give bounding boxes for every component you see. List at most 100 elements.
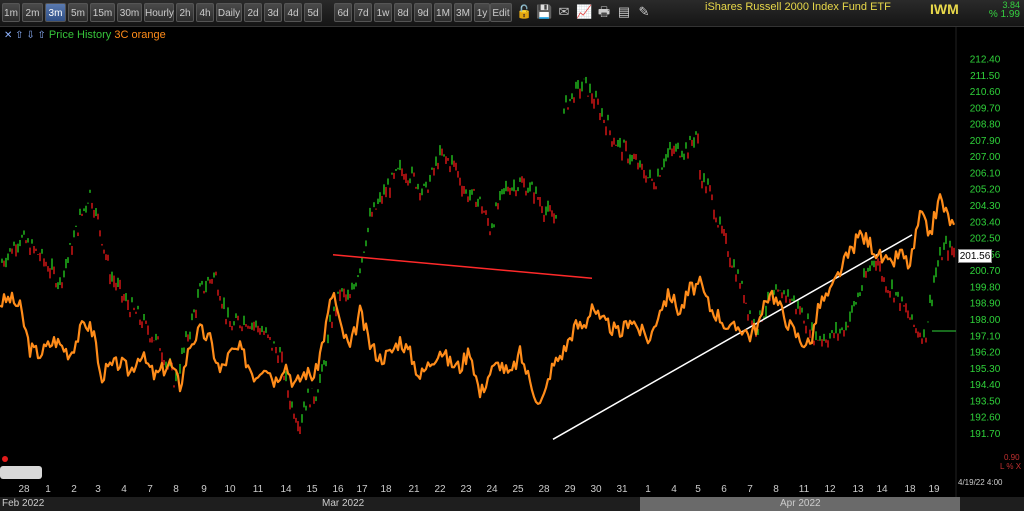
x-tick-label: 28	[538, 484, 550, 495]
x-tick-label: 15	[306, 484, 318, 495]
pencil-icon[interactable]: ✎	[636, 3, 652, 21]
x-tick-label: 25	[512, 484, 524, 495]
y-tick-label: 192.60	[970, 413, 1001, 424]
x-tick-label: 10	[224, 484, 236, 495]
x-tick-label: 7	[747, 484, 753, 495]
x-tick-label: 11	[799, 484, 810, 495]
timeframe-button-1m[interactable]: 1m	[2, 3, 20, 22]
print-icon[interactable]: 🖶	[596, 3, 612, 21]
timeframe-button-2m[interactable]: 2m	[22, 3, 43, 22]
x-tick-label: 6	[721, 484, 727, 495]
timeframe-button-15m[interactable]: 15m	[90, 3, 115, 22]
white-trendline	[552, 234, 913, 440]
legend-arrows-icon[interactable]: ✕ ⇧ ⇩ ⇧	[4, 30, 46, 41]
x-tick-label: 11	[253, 484, 264, 495]
y-tick-label: 193.50	[970, 396, 1001, 407]
y-tick-label: 211.50	[970, 71, 1000, 82]
x-tick-label: 19	[928, 484, 940, 495]
y-tick-label: 194.40	[970, 380, 1001, 391]
x-tick-label: 28	[18, 484, 30, 495]
last-date-label: 4/19/22 4:00	[958, 478, 1003, 487]
y-tick-label: 207.00	[970, 152, 1001, 163]
x-tick-label: 3	[95, 484, 101, 495]
y-tick-label: 208.80	[970, 120, 1001, 131]
x-tick-label: 18	[380, 484, 392, 495]
trend-icon[interactable]: 📈	[576, 3, 592, 21]
x-tick-label: 9	[201, 484, 207, 495]
oscillator-label: L % X	[1000, 462, 1022, 471]
timeframe-button-8d[interactable]: 8d	[394, 3, 412, 22]
x-tick-label: 14	[876, 484, 888, 495]
x-tick-label: 8	[173, 484, 179, 495]
timeframe-button-9d[interactable]: 9d	[414, 3, 432, 22]
x-tick-label: 24	[486, 484, 498, 495]
3c-orange-line	[0, 193, 956, 405]
y-tick-label: 191.70	[970, 429, 1001, 440]
month-segment: Apr 2022	[640, 497, 960, 511]
x-tick-label: 23	[460, 484, 472, 495]
y-tick-label: 196.20	[970, 348, 1001, 359]
x-tick-label: 1	[645, 484, 651, 495]
timeframe-button-3m[interactable]: 3M	[454, 3, 472, 22]
y-tick-label: 206.10	[970, 168, 1001, 179]
x-tick-label: 16	[332, 484, 344, 495]
timeframe-button-2h[interactable]: 2h	[176, 3, 194, 22]
timeframe-button-daily[interactable]: Daily	[216, 3, 242, 22]
x-tick-label: 2	[71, 484, 77, 495]
x-tick-label: 4	[121, 484, 127, 495]
x-tick-label: 7	[147, 484, 153, 495]
x-tick-label: 21	[408, 484, 420, 495]
x-tick-label: 12	[824, 484, 836, 495]
x-tick-label: 13	[852, 484, 864, 495]
x-tick-label: 17	[356, 484, 368, 495]
legend-price-history[interactable]: Price History	[49, 29, 111, 41]
y-tick-label: 212.40	[970, 54, 1001, 65]
timeframe-button-5d[interactable]: 5d	[304, 3, 322, 22]
oscillator-value: 0.90	[1004, 453, 1020, 462]
month-label: Mar 2022	[322, 498, 365, 509]
y-tick-label: 197.10	[970, 331, 1001, 342]
timeframe-button-1w[interactable]: 1w	[374, 3, 392, 22]
symbol-name: iShares Russell 2000 Index Fund ETF	[705, 1, 891, 13]
timeframe-button-edit[interactable]: Edit	[490, 3, 512, 22]
oscillator-toggle[interactable]	[0, 466, 42, 479]
price-chart: 212.40 211.50 210.60 209.70 208.80 207.90 207.…	[0, 26, 1001, 497]
timeframe-button-3d[interactable]: 3d	[264, 3, 282, 22]
y-tick-label: 199.80	[970, 282, 1001, 293]
timeframe-button-30m[interactable]: 30m	[117, 3, 142, 22]
timeframe-button-7d[interactable]: 7d	[354, 3, 372, 22]
email-icon[interactable]: ✉	[556, 3, 572, 21]
y-tick-label: 209.70	[970, 103, 1001, 114]
x-tick-label: 1	[45, 484, 51, 495]
timeframe-button-5m[interactable]: 5m	[68, 3, 88, 22]
y-tick-label: 200.70	[970, 266, 1001, 277]
lock-icon[interactable]: 🔓	[516, 3, 532, 21]
y-tick-label: 202.50	[970, 234, 1001, 245]
x-tick-label: 4	[671, 484, 677, 495]
timeframe-button-2d[interactable]: 2d	[244, 3, 262, 22]
month-label: Apr 2022	[780, 498, 821, 509]
timeframe-button-4h[interactable]: 4h	[196, 3, 214, 22]
x-tick-label: 14	[280, 484, 292, 495]
month-label: Feb 2022	[2, 498, 45, 509]
x-tick-label: 22	[434, 484, 446, 495]
timeframe-button-1y[interactable]: 1y	[474, 3, 490, 22]
timeframe-button-3m[interactable]: 3m	[45, 3, 66, 22]
y-tick-label: 205.20	[970, 185, 1001, 196]
timeframe-button-4d[interactable]: 4d	[284, 3, 302, 22]
x-tick-label: 31	[616, 484, 628, 495]
x-tick-label: 29	[564, 484, 576, 495]
timeframe-button-6d[interactable]: 6d	[334, 3, 352, 22]
month-axis: Feb 2022 Mar 2022 Apr 2022	[0, 497, 1024, 511]
legend-3c-orange[interactable]: 3C orange	[114, 29, 165, 41]
timeframe-button-1m[interactable]: 1M	[434, 3, 452, 22]
y-tick-label: 210.60	[970, 87, 1001, 98]
last-price-tag: 201.56	[958, 249, 992, 263]
y-tick-label: 198.90	[970, 299, 1001, 310]
percent-change: % 1.99	[988, 9, 1020, 20]
red-trendline	[332, 254, 593, 280]
save-icon[interactable]: 💾	[536, 3, 552, 21]
month-segment: Mar 2022	[318, 497, 640, 511]
card-icon[interactable]: ▤	[616, 3, 632, 21]
timeframe-button-hourly[interactable]: Hourly	[144, 3, 174, 22]
